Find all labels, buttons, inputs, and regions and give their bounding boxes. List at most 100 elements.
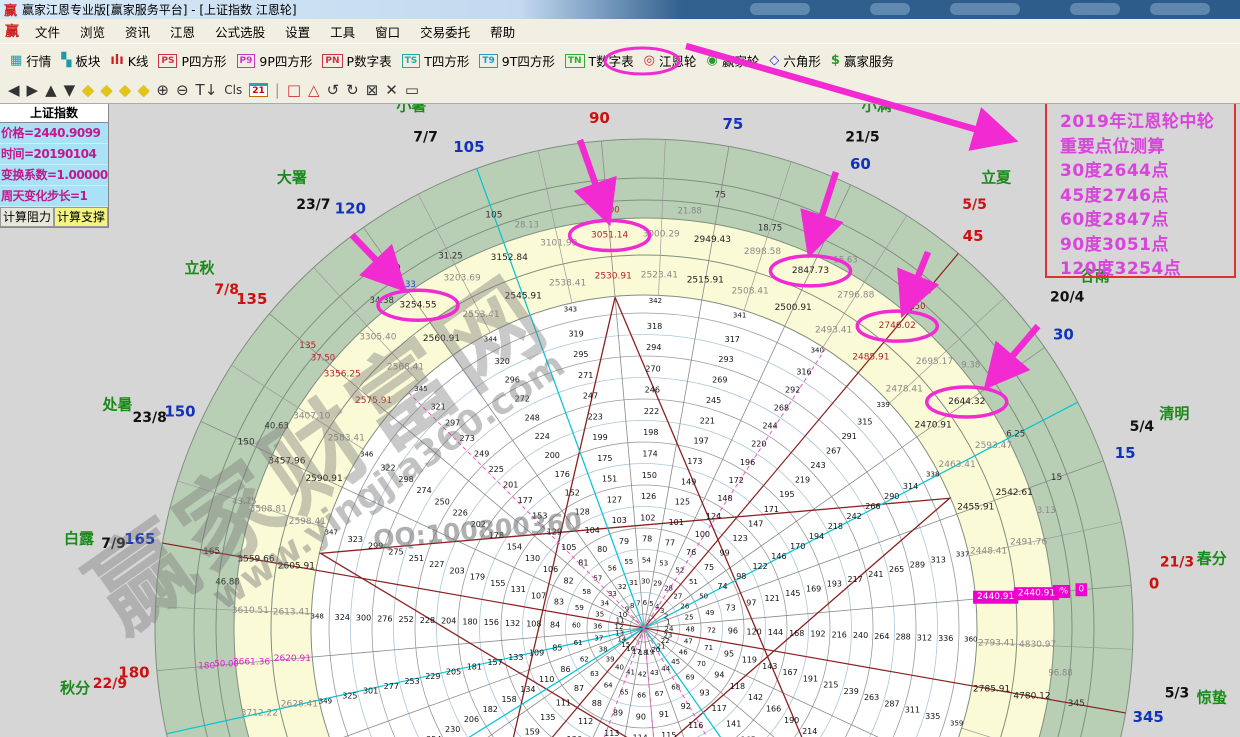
degree-ring-label: 0 xyxy=(1078,585,1084,595)
toolbar-button-t-number-table[interactable]: TNT数字表 xyxy=(560,48,639,73)
spiral-number: 195 xyxy=(779,490,794,499)
outer-degree-label: 105 xyxy=(453,138,484,156)
toolbar-button-quotes[interactable]: ▦行情 xyxy=(5,48,56,73)
spiral-number: 203 xyxy=(449,566,464,575)
toolbar-button-label: P数字表 xyxy=(347,51,392,70)
menu-item-settings[interactable]: 设置 xyxy=(275,23,320,42)
spiral-number: 199 xyxy=(592,433,607,442)
spiral-number: 120 xyxy=(746,627,761,636)
spiral-number: 172 xyxy=(729,476,744,485)
spiral-number: 133 xyxy=(508,653,523,662)
spiral-number: 67 xyxy=(655,690,664,698)
tool-zoom-out[interactable]: ⊖ xyxy=(176,79,189,101)
tool-rotate-ccw[interactable]: ↺ xyxy=(327,79,340,101)
menu-item-trade[interactable]: 交易委托 xyxy=(410,23,480,42)
tool-nav-right[interactable]: ▶ xyxy=(27,79,39,101)
tool-calendar[interactable]: 21 xyxy=(249,83,268,97)
tool-expand-tool[interactable]: ⊠ xyxy=(366,79,379,101)
calc-resistance-button[interactable]: 计算阻力 xyxy=(0,207,54,227)
spiral-number: 4 xyxy=(655,603,660,611)
spiral-number: 241 xyxy=(868,570,883,579)
tool-pan-down[interactable]: ◆ xyxy=(138,79,150,101)
price-level-outer: 3661.36 xyxy=(233,657,270,667)
percent-ring-label: 28.13 xyxy=(515,221,539,231)
spiral-number: 109 xyxy=(529,648,544,657)
spiral-number: 293 xyxy=(718,355,733,364)
menu-item-help[interactable]: 帮助 xyxy=(480,23,525,42)
spiral-number: 146 xyxy=(771,552,786,561)
tool-pan-left[interactable]: ◆ xyxy=(82,79,94,101)
spiral-number: 253 xyxy=(404,677,419,686)
toolbar-button-p-square[interactable]: PSP四方形 xyxy=(153,48,231,73)
tool-pan-up[interactable]: ◆ xyxy=(119,79,131,101)
tool-cross-tool[interactable]: ✕ xyxy=(385,79,398,101)
spiral-number: 92 xyxy=(681,702,691,711)
spiral-number: 38 xyxy=(599,646,608,654)
menu-item-browse[interactable]: 浏览 xyxy=(70,23,115,42)
menu-item-tools[interactable]: 工具 xyxy=(320,23,365,42)
spiral-number: 171 xyxy=(764,505,779,514)
toolbar-button-label: 赢家服务 xyxy=(844,51,894,70)
percent-ring-label: 9.38 xyxy=(961,361,980,371)
price-level-outer: 2746.02 xyxy=(879,321,916,331)
toolbar-button-sectors[interactable]: ▚板块 xyxy=(56,48,105,73)
spiral-number: 316 xyxy=(796,367,811,376)
tool-t-down[interactable]: T↓ xyxy=(196,79,218,101)
solar-term-date: 5/4 xyxy=(1130,419,1155,435)
toolbar-button-gann-wheel[interactable]: ◎江恩轮 xyxy=(639,48,702,73)
price-level-inner: 2545.91 xyxy=(505,291,542,301)
toolbar-button-t-square[interactable]: TST四方形 xyxy=(397,48,475,73)
tool-triangle-tool[interactable]: △ xyxy=(308,79,320,101)
tool-nav-left[interactable]: ◀ xyxy=(8,79,20,101)
calc-support-button[interactable]: 计算支撑 xyxy=(54,207,108,227)
toolbar-button-p-number-table[interactable]: PNP数字表 xyxy=(317,48,396,73)
toolbar-button-9p-square[interactable]: P99P四方形 xyxy=(232,48,318,73)
spiral-number: 182 xyxy=(483,705,498,714)
price-level-inner: 2493.41 xyxy=(815,325,852,335)
spiral-number: 263 xyxy=(864,693,879,702)
toolbar-button-winner-service[interactable]: $赢家服务 xyxy=(826,48,899,73)
tool-nav-down[interactable]: ▼ xyxy=(64,79,76,101)
spiral-number: 81 xyxy=(578,558,588,567)
tool-zoom-in[interactable]: ⊕ xyxy=(156,79,169,101)
spiral-number: 73 xyxy=(726,604,736,613)
spiral-number: 152 xyxy=(565,489,580,498)
degree-ring-label: 45 xyxy=(920,287,931,297)
menu-item-gann[interactable]: 江恩 xyxy=(160,23,205,42)
app-logo-icon: 赢 xyxy=(5,21,19,41)
spiral-number: 27 xyxy=(673,592,682,600)
spiral-number: 121 xyxy=(764,594,779,603)
price-level-inner: 2598.41 xyxy=(289,517,326,527)
price-level-inner: 2470.91 xyxy=(915,421,952,431)
menu-bar: 赢 文件浏览资讯江恩公式选股设置工具窗口交易委托帮助 xyxy=(0,19,1240,44)
tool-rect-tool[interactable]: □ xyxy=(287,79,301,101)
menu-item-formula-stock-pick[interactable]: 公式选股 xyxy=(205,23,275,42)
toolbar-button-kline[interactable]: ılıK线 xyxy=(105,48,153,73)
degree-ring-label: 30 xyxy=(998,371,1010,381)
spiral-number: 247 xyxy=(583,392,598,401)
spiral-number: 96 xyxy=(728,627,738,636)
panel-row: 时间=20190104 xyxy=(0,144,108,165)
tool-rotate-cw[interactable]: ↻ xyxy=(346,79,359,101)
solar-term-date: 23/8 xyxy=(133,410,167,426)
toolbar-button-winner-wheel[interactable]: ◉赢家轮 xyxy=(702,48,765,73)
tool-nav-up[interactable]: ▲ xyxy=(45,79,57,101)
menu-item-news[interactable]: 资讯 xyxy=(115,23,160,42)
tool-cls[interactable]: Cls xyxy=(224,79,242,101)
tool-screen-tool[interactable]: ▭ xyxy=(405,79,419,101)
tool-pan-right[interactable]: ◆ xyxy=(101,79,113,101)
menu-item-window[interactable]: 窗口 xyxy=(365,23,410,42)
price-level-outer: 3305.40 xyxy=(359,333,396,343)
price-level-inner: 2568.41 xyxy=(387,363,424,373)
spiral-number: 300 xyxy=(356,614,371,623)
spiral-number: 177 xyxy=(518,496,533,505)
outer-degree-label: 165 xyxy=(124,530,155,548)
spiral-number: 339 xyxy=(876,401,889,409)
outer-degree-label: 45 xyxy=(963,227,984,245)
spiral-number: 301 xyxy=(363,687,378,696)
solar-term-label: 清明 xyxy=(1159,405,1189,423)
toolbar-button-9t-square[interactable]: T99T四方形 xyxy=(474,48,560,73)
toolbar-button-hexagon[interactable]: ◇六角形 xyxy=(764,48,826,73)
degree-ring-label: 180 xyxy=(198,661,215,671)
menu-item-file[interactable]: 文件 xyxy=(25,23,70,42)
